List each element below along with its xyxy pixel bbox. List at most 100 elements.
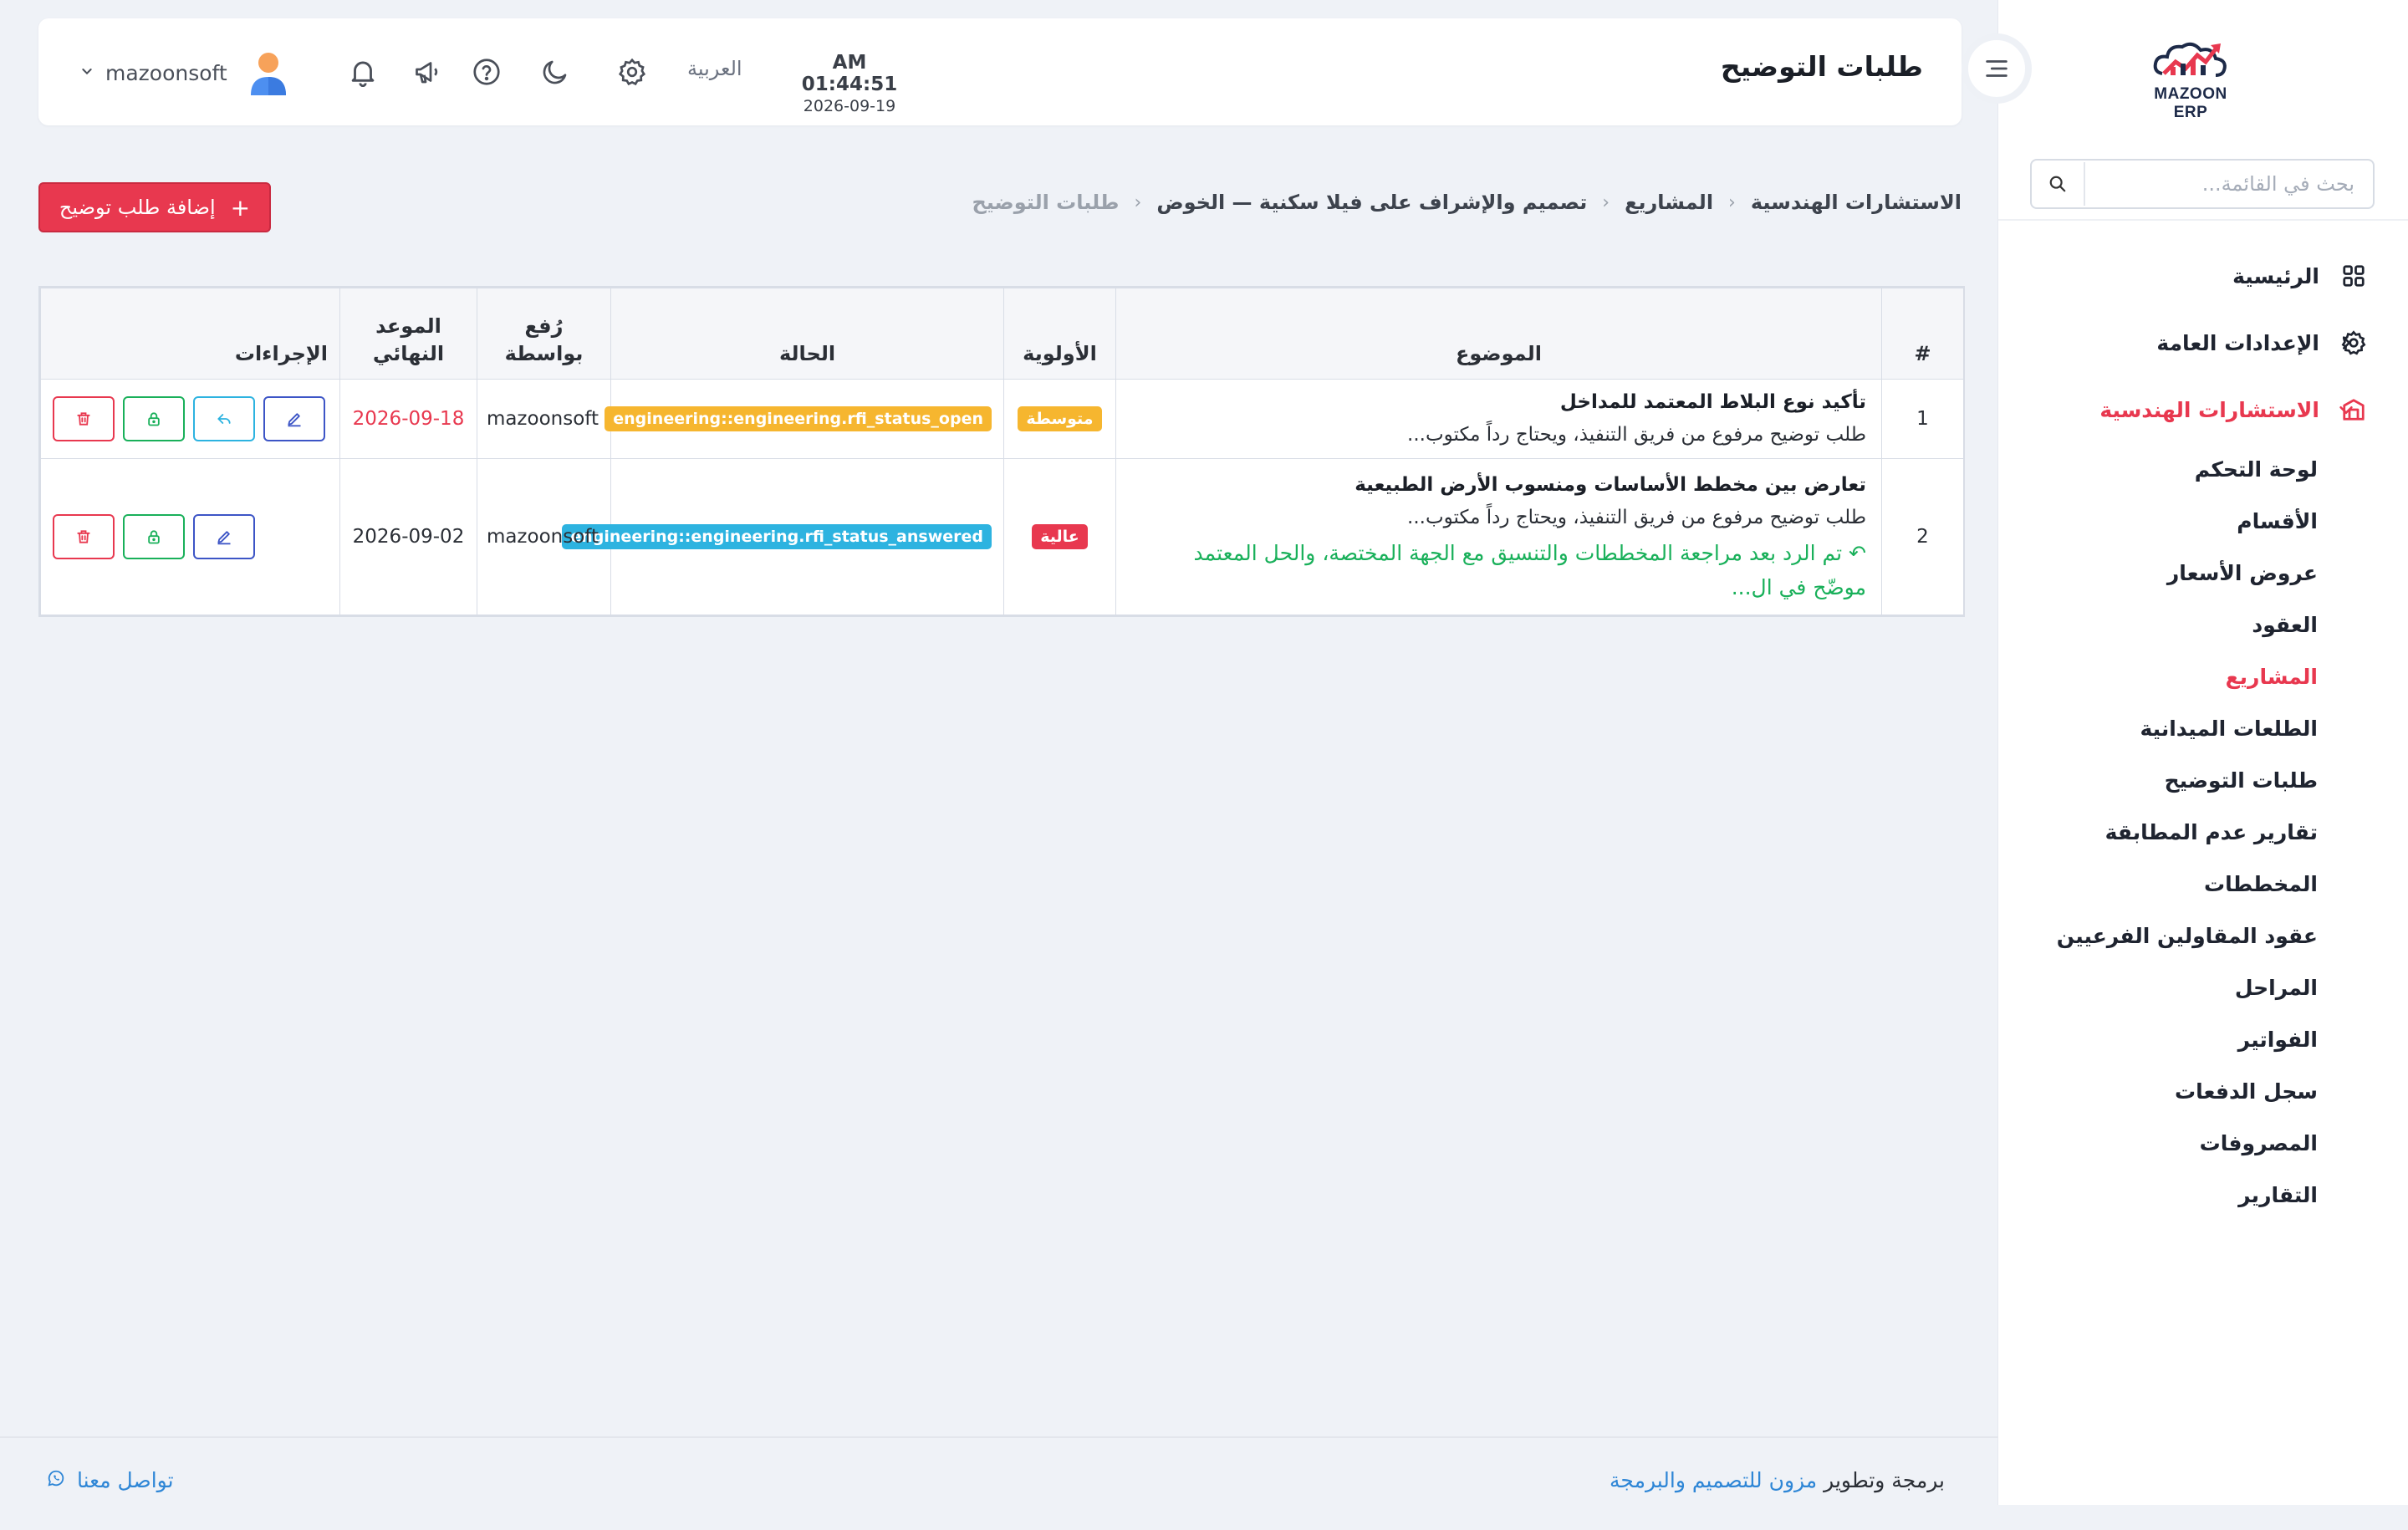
add-rfi-label: إضافة طلب توضيح <box>59 196 216 219</box>
delete-button[interactable] <box>53 514 115 559</box>
reply-icon: ↶ <box>1849 540 1866 565</box>
sidebar-subitem-rfis[interactable]: طلبات التوضيح <box>1998 754 2408 806</box>
table-row: 2 تعارض بين مخطط الأساسات ومنسوب الأرض ا… <box>40 458 1964 615</box>
cell-status: engineering::engineering.rfi_status_open <box>605 379 1004 459</box>
cell-actions <box>40 379 340 459</box>
plus-icon: + <box>230 193 251 222</box>
footer-credit: برمجة وتطوير مزون للتصميم والبرمجة <box>1610 1468 1945 1492</box>
cell-raised-by: mazoonsoft <box>477 458 611 615</box>
status-badge: engineering::engineering.rfi_status_answ… <box>562 523 992 550</box>
col-header-status[interactable]: الحالة <box>610 288 1004 380</box>
rfi-reply-line1: تم الرد بعد مراجعة المخططات والتنسيق مع … <box>1193 540 1843 565</box>
mazoon-logo-icon <box>2153 42 2227 77</box>
delete-button[interactable] <box>53 396 115 441</box>
moon-icon <box>543 60 567 84</box>
cell-due-date: 2026-09-02 <box>339 458 477 615</box>
cell-num: 1 <box>1881 379 1964 459</box>
rfi-reply-line2: موضّح في ال... <box>1731 575 1866 600</box>
user-menu[interactable]: mazoonsoft <box>80 50 289 95</box>
cell-actions <box>40 458 340 615</box>
sidebar-subitem-expenses[interactable]: المصروفات <box>1998 1117 2408 1169</box>
col-header-subject[interactable]: الموضوع <box>1115 288 1882 380</box>
whatsapp-icon <box>47 1468 65 1492</box>
sidebar-item-general-settings[interactable]: الإعدادات العامة <box>1998 309 2408 376</box>
language-switcher[interactable]: العربية <box>687 57 742 80</box>
sidebar-subitem-contracts[interactable]: العقود <box>1998 599 2408 650</box>
rfi-reply: ↶ تم الرد بعد مراجعة المخططات والتنسيق م… <box>1128 536 1866 605</box>
col-header-due-date[interactable]: الموعد النهائي <box>339 288 477 380</box>
sidebar-item-label: الإعدادات العامة <box>2156 330 2319 355</box>
top-header: طلبات التوضيح AM 01:44:51 2026-09-19 الع… <box>38 18 1962 125</box>
sidebar-subitem-reports[interactable]: التقارير <box>1998 1169 2408 1221</box>
menu-collapse-icon <box>1986 60 2008 77</box>
sidebar-search-input[interactable] <box>2085 162 2373 206</box>
table-header-row: # الموضوع الأولوية الحالة رُفع بواسطة ال… <box>40 288 1964 380</box>
sidebar-subitem-phases[interactable]: المراحل <box>1998 961 2408 1013</box>
question-icon <box>473 59 500 85</box>
row-actions <box>53 396 328 441</box>
row-actions <box>53 514 328 559</box>
cell-priority: عالية <box>1003 458 1116 615</box>
sidebar-subitem-dashboard[interactable]: لوحة التحكم <box>1998 443 2408 495</box>
breadcrumb-item-project[interactable]: تصميم والإشراف على فيلا سكنية — الخوض <box>1156 191 1587 214</box>
sidebar-divider <box>1998 219 2408 221</box>
header-clock: AM 01:44:51 2026-09-19 <box>791 52 908 115</box>
chevron-left-icon: ‹ <box>1602 191 1610 213</box>
contact-us-link[interactable]: تواصل معنا <box>47 1468 174 1492</box>
page-title: طلبات التوضيح <box>1720 50 1923 83</box>
sidebar: MAZOON ERP الرئيسية الإعدادات العامة <box>1997 0 2408 1505</box>
help-button[interactable] <box>468 54 505 90</box>
edit-button[interactable] <box>263 396 325 441</box>
trash-icon <box>77 530 90 543</box>
reply-icon <box>217 414 231 424</box>
priority-badge: متوسطة <box>1018 405 1102 432</box>
notifications-button[interactable] <box>344 54 381 90</box>
chevron-left-icon: ‹ <box>1728 191 1736 213</box>
breadcrumb-item-current: طلبات التوضيح <box>972 191 1120 214</box>
col-header-raised-by[interactable]: رُفع بواسطة <box>477 288 611 380</box>
breadcrumb-item-engineering[interactable]: الاستشارات الهندسية <box>1751 191 1962 214</box>
brand-logo[interactable]: MAZOON ERP <box>2140 37 2241 121</box>
rfi-description: طلب توضيح مرفوع من فريق التنفيذ، ويحتاج … <box>1407 424 1866 446</box>
sidebar-subitem-payments-log[interactable]: سجل الدفعات <box>1998 1065 2408 1117</box>
close-rfi-button[interactable] <box>123 396 185 441</box>
sidebar-subitem-projects[interactable]: المشاريع <box>1998 650 2408 702</box>
sidebar-subitem-departments[interactable]: الأقسام <box>1998 495 2408 547</box>
col-header-priority[interactable]: الأولوية <box>1003 288 1116 380</box>
sidebar-item-home[interactable]: الرئيسية <box>1998 242 2408 309</box>
dark-mode-toggle[interactable] <box>537 54 574 90</box>
col-header-raised-by-line1: رُفع <box>524 314 564 339</box>
sidebar-subitem-drawings[interactable]: المخططات <box>1998 858 2408 910</box>
sidebar-subitem-quotations[interactable]: عروض الأسعار <box>1998 547 2408 599</box>
edit-button[interactable] <box>193 514 255 559</box>
reply-button[interactable] <box>193 396 255 441</box>
rfi-title: تعارض بين مخطط الأساسات ومنسوب الأرض الط… <box>1354 473 1866 496</box>
close-rfi-button[interactable] <box>123 514 185 559</box>
sidebar-subitem-ncr-reports[interactable]: تقارير عدم المطابقة <box>1998 806 2408 858</box>
breadcrumb: الاستشارات الهندسية ‹ المشاريع ‹ تصميم و… <box>972 191 1962 214</box>
user-avatar-icon <box>250 53 286 95</box>
table-row: 1 تأكيد نوع البلاط المعتمد للمداخل طلب ت… <box>40 379 1964 459</box>
sidebar-search-button[interactable] <box>2032 162 2085 206</box>
megaphone-icon <box>416 62 438 84</box>
avatar <box>247 50 289 95</box>
announcements-button[interactable] <box>410 54 446 90</box>
user-name: mazoonsoft <box>105 60 227 85</box>
cell-raised-by: mazoonsoft <box>477 379 611 459</box>
sidebar-subitem-subcontracts[interactable]: عقود المقاولين الفرعيين <box>1998 910 2408 961</box>
trash-icon <box>77 412 90 426</box>
sidebar-subitem-invoices[interactable]: الفواتير <box>1998 1013 2408 1065</box>
sidebar-subitem-site-visits[interactable]: الطلعات الميدانية <box>1998 702 2408 754</box>
col-header-num: # <box>1881 288 1964 380</box>
add-rfi-button[interactable]: + إضافة طلب توضيح <box>38 182 271 232</box>
sidebar-item-label: الرئيسية <box>2232 263 2319 288</box>
settings-button[interactable] <box>614 54 650 90</box>
sidebar-item-engineering[interactable]: الاستشارات الهندسية <box>1998 376 2408 443</box>
lock-icon <box>148 412 160 426</box>
rfi-title: تأكيد نوع البلاط المعتمد للمداخل <box>1559 390 1866 413</box>
footer-credit-link[interactable]: مزون للتصميم والبرمجة <box>1610 1468 1817 1492</box>
sidebar-toggle-button[interactable] <box>1962 33 2032 104</box>
chevron-right-icon <box>2333 329 2360 356</box>
lock-icon <box>148 530 160 544</box>
breadcrumb-item-projects[interactable]: المشاريع <box>1625 191 1713 214</box>
